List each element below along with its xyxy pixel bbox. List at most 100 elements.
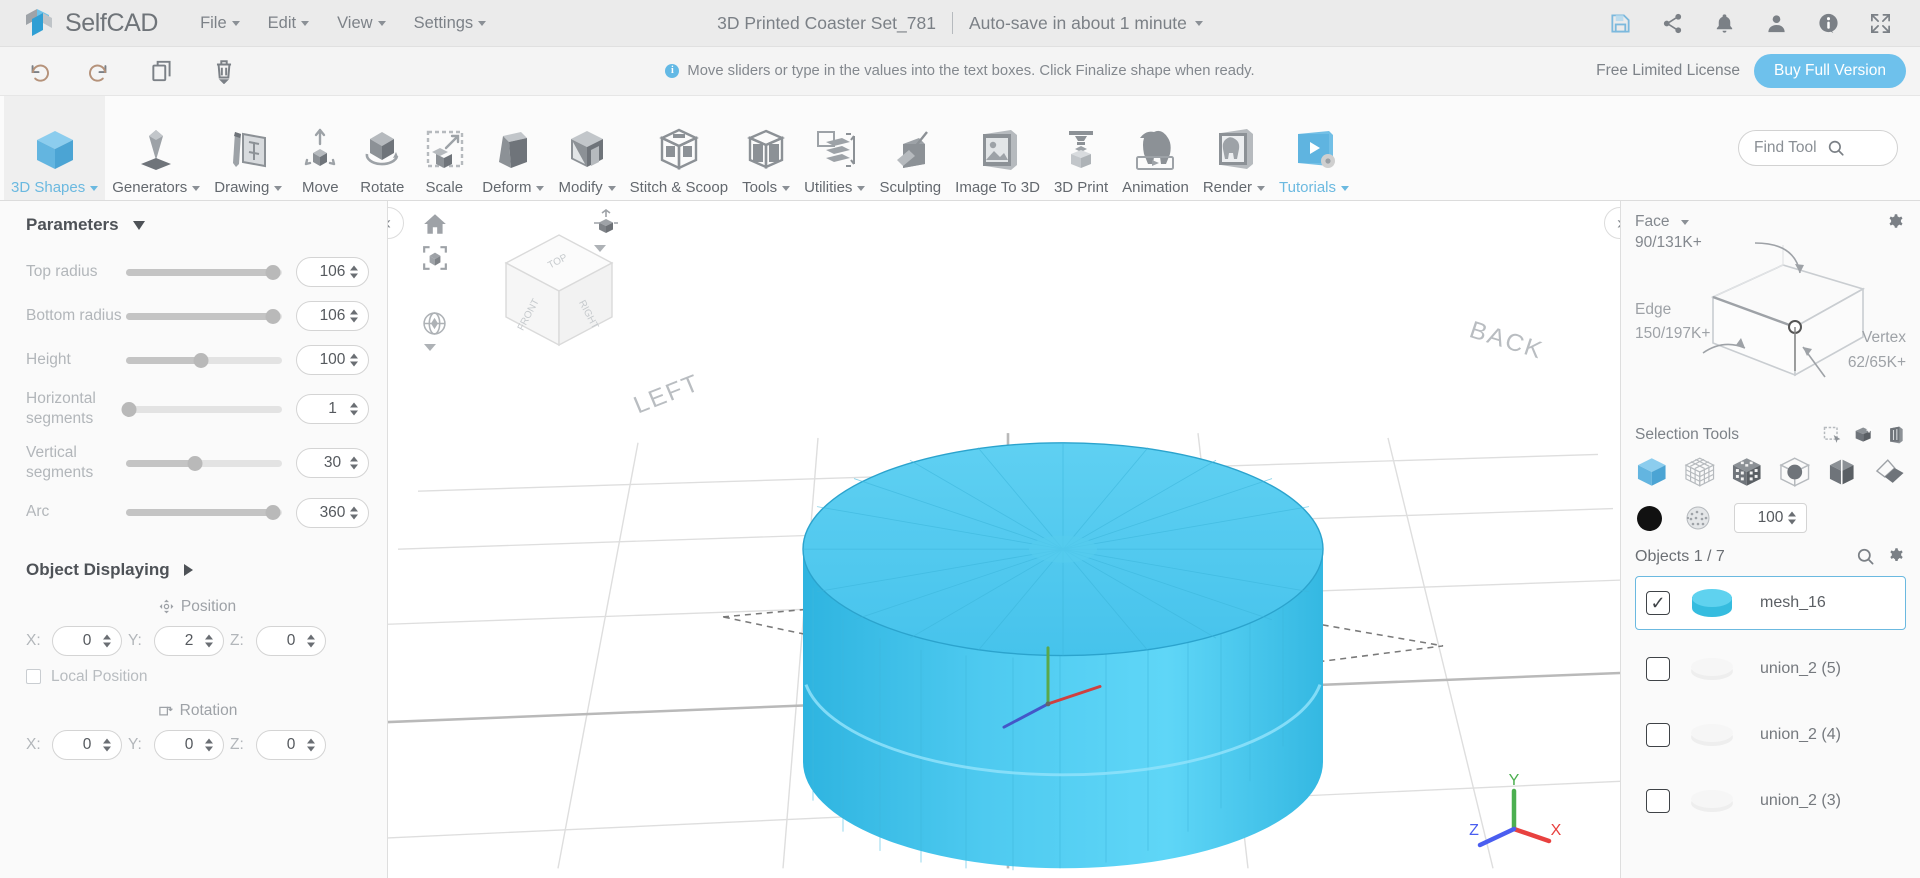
- stepper-arrows[interactable]: [307, 634, 315, 648]
- stepper-up-icon[interactable]: [350, 456, 358, 462]
- slider-knob[interactable]: [265, 308, 281, 324]
- bottom-radius-input[interactable]: 106: [296, 301, 369, 331]
- stepper-down-icon[interactable]: [103, 746, 111, 752]
- share-icon[interactable]: [1660, 11, 1684, 35]
- gear-icon[interactable]: [1887, 547, 1906, 566]
- menu-settings[interactable]: Settings: [400, 8, 501, 39]
- stepper-arrows[interactable]: [1788, 511, 1796, 525]
- 3d-viewport[interactable]: LEFT BACK TOP FRONT RIGHT Y X Z: [388, 201, 1620, 878]
- delete-icon[interactable]: [202, 53, 246, 89]
- tool-generators[interactable]: Generators: [105, 96, 207, 200]
- top-radius-input[interactable]: 106: [296, 257, 369, 287]
- triangle-right-icon[interactable]: [183, 563, 193, 576]
- tool-scale[interactable]: Scale: [413, 96, 475, 200]
- search-icon[interactable]: [1856, 547, 1875, 566]
- slider-knob[interactable]: [187, 455, 203, 471]
- perspective-dropdown-icon[interactable]: [594, 245, 606, 252]
- surface-select-icon[interactable]: [1873, 455, 1907, 489]
- fit-to-view-icon[interactable]: [422, 245, 448, 276]
- stepper-arrows[interactable]: [350, 402, 358, 416]
- stepper-up-icon[interactable]: [350, 402, 358, 408]
- tool-render[interactable]: Render: [1196, 96, 1272, 200]
- vertical-segments-slider[interactable]: [126, 453, 282, 473]
- menu-view[interactable]: View: [323, 8, 399, 39]
- stepper-down-icon[interactable]: [307, 746, 315, 752]
- stepper-up-icon[interactable]: [205, 738, 213, 744]
- document-title[interactable]: 3D Printed Coaster Set_781: [717, 13, 936, 34]
- tool-image-to-3d[interactable]: Image To 3D: [948, 96, 1047, 200]
- stepper-down-icon[interactable]: [307, 642, 315, 648]
- local-position-row[interactable]: Local Position: [26, 668, 369, 686]
- stepper-arrows[interactable]: [307, 738, 315, 752]
- color-swatch-icon[interactable]: [1637, 505, 1662, 531]
- undo-icon[interactable]: [16, 53, 60, 89]
- object-checkbox[interactable]: [1646, 789, 1670, 813]
- stepper-down-icon[interactable]: [350, 514, 358, 520]
- horizontal-segments-slider[interactable]: [121, 399, 282, 419]
- object-displaying-header[interactable]: Object Displaying: [26, 560, 369, 580]
- tool-sculpting[interactable]: Sculpting: [872, 96, 948, 200]
- object-checkbox[interactable]: ✓: [1646, 591, 1670, 615]
- object-checkbox[interactable]: [1646, 657, 1670, 681]
- tool-3d-print[interactable]: 3D Print: [1047, 96, 1115, 200]
- stepper-up-icon[interactable]: [350, 265, 358, 271]
- tool-utilities[interactable]: Utilities: [797, 96, 872, 200]
- tool-modify[interactable]: Modify: [551, 96, 622, 200]
- stepper-down-icon[interactable]: [103, 642, 111, 648]
- top-radius-slider[interactable]: [126, 262, 282, 282]
- object-select-icon[interactable]: [1635, 455, 1669, 489]
- save-icon[interactable]: [1608, 11, 1632, 35]
- local-position-checkbox[interactable]: [26, 669, 41, 685]
- stepper-down-icon[interactable]: [350, 317, 358, 323]
- tool-deform[interactable]: Deform: [475, 96, 551, 200]
- stepper-up-icon[interactable]: [350, 309, 358, 315]
- region-select-icon[interactable]: [1730, 455, 1764, 489]
- object-list-item-union-2-3[interactable]: union_2 (3): [1635, 774, 1906, 828]
- arc-slider[interactable]: [126, 503, 282, 523]
- orbit-icon[interactable]: [422, 311, 447, 341]
- rotation-z-input[interactable]: 0: [256, 729, 326, 760]
- stepper-arrows[interactable]: [350, 309, 358, 323]
- stepper-down-icon[interactable]: [350, 273, 358, 279]
- stepper-up-icon[interactable]: [350, 506, 358, 512]
- stepper-down-icon[interactable]: [1788, 519, 1796, 525]
- perspective-cube-icon[interactable]: [593, 209, 619, 244]
- position-y-input[interactable]: 2: [154, 625, 224, 656]
- half-select-icon[interactable]: [1825, 455, 1859, 489]
- horizontal-segments-input[interactable]: 1: [296, 394, 369, 425]
- tool-rotate[interactable]: Rotate: [351, 96, 413, 200]
- object-list-item-union-2-5[interactable]: union_2 (5): [1635, 642, 1906, 696]
- object-list-item-union-2-4[interactable]: union_2 (4): [1635, 708, 1906, 762]
- bottom-radius-slider[interactable]: [126, 306, 282, 326]
- parameters-header[interactable]: Parameters: [26, 215, 369, 235]
- stepper-up-icon[interactable]: [205, 634, 213, 640]
- redo-icon[interactable]: [78, 53, 122, 89]
- stepper-arrows[interactable]: [205, 738, 213, 752]
- vertical-segments-input[interactable]: 30: [296, 448, 369, 479]
- autosave-status[interactable]: Auto-save in about 1 minute: [969, 13, 1187, 34]
- stepper-arrows[interactable]: [350, 506, 358, 520]
- stepper-arrows[interactable]: [103, 738, 111, 752]
- stepper-arrows[interactable]: [350, 265, 358, 279]
- stepper-down-icon[interactable]: [205, 746, 213, 752]
- slider-knob[interactable]: [121, 401, 137, 417]
- wireframe-select-icon[interactable]: [1683, 455, 1717, 489]
- stepper-arrows[interactable]: [205, 634, 213, 648]
- stepper-arrows[interactable]: [350, 353, 358, 367]
- sphere-select-icon[interactable]: [1778, 455, 1812, 489]
- position-x-input[interactable]: 0: [52, 625, 122, 656]
- bell-icon[interactable]: [1712, 11, 1736, 35]
- rotation-x-input[interactable]: 0: [52, 729, 122, 760]
- stepper-arrows[interactable]: [350, 456, 358, 470]
- opacity-input[interactable]: 100: [1734, 503, 1807, 533]
- tool-move[interactable]: Move: [289, 96, 351, 200]
- stepper-up-icon[interactable]: [307, 738, 315, 744]
- tool-tutorials[interactable]: Tutorials: [1272, 96, 1356, 200]
- find-tool-search[interactable]: Find Tool: [1738, 130, 1898, 166]
- home-icon[interactable]: [422, 211, 448, 242]
- slider-knob[interactable]: [265, 505, 281, 521]
- stepper-down-icon[interactable]: [350, 410, 358, 416]
- slider-knob[interactable]: [265, 264, 281, 280]
- fullscreen-icon[interactable]: [1868, 11, 1892, 35]
- stepper-up-icon[interactable]: [307, 634, 315, 640]
